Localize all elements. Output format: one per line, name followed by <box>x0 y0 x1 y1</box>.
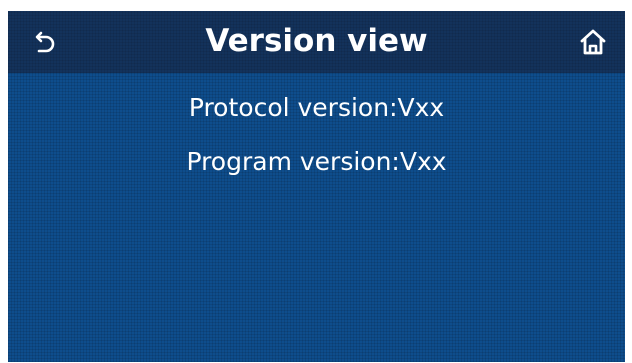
program-version-text: Program version:Vxx <box>186 147 447 176</box>
device-screen: Version view Protocol version:Vxx Progra… <box>8 11 625 362</box>
protocol-version-text: Protocol version:Vxx <box>188 93 445 122</box>
home-button[interactable] <box>577 26 609 58</box>
home-icon <box>580 29 606 55</box>
back-button[interactable] <box>28 28 58 58</box>
page-title: Version view <box>205 23 428 59</box>
back-arrow-icon <box>35 31 55 53</box>
header-bar: Version view <box>8 11 625 73</box>
